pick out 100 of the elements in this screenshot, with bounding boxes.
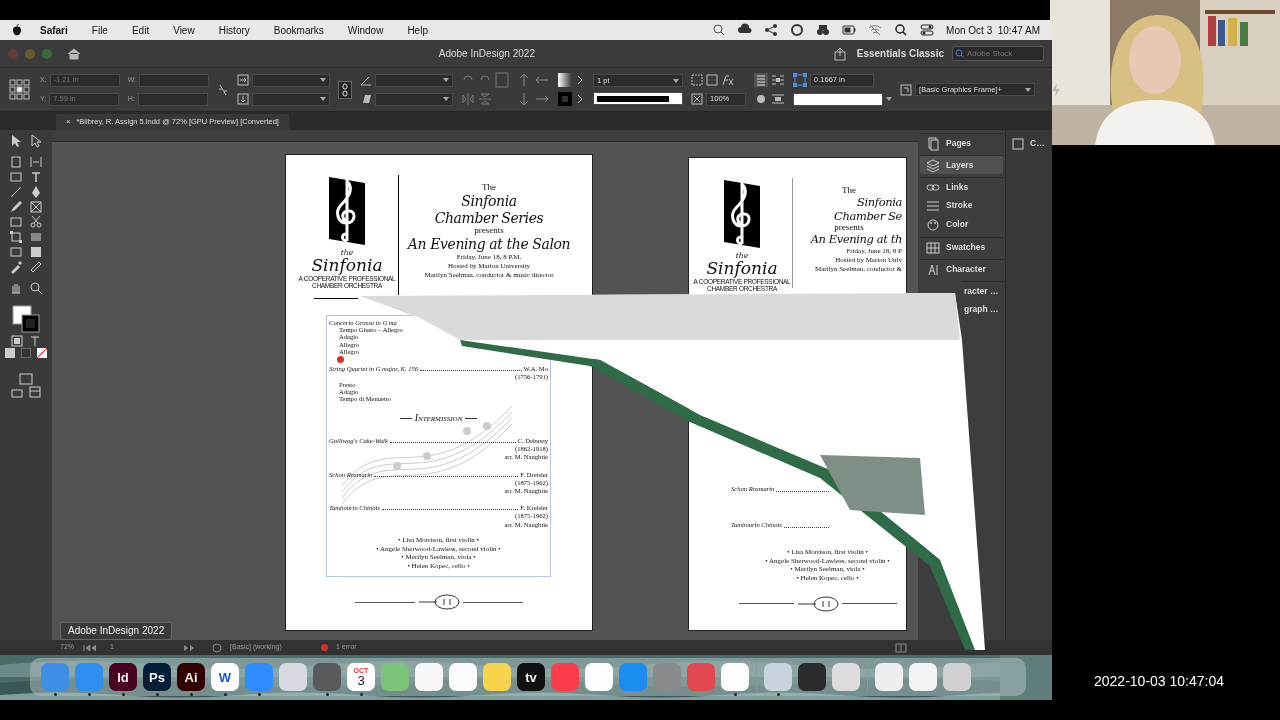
zoom-icon[interactable] (29, 281, 43, 295)
caret-icon[interactable] (886, 97, 893, 101)
measure-icon[interactable] (29, 260, 43, 274)
text-wrap-icon[interactable] (754, 73, 769, 87)
gradient-icon[interactable] (29, 230, 43, 244)
preview-icon[interactable] (29, 386, 41, 398)
panel-tab[interactable]: Links (920, 177, 1003, 196)
battery-icon[interactable] (842, 23, 857, 37)
line-icon[interactable] (9, 185, 23, 199)
none-icon[interactable] (37, 348, 47, 358)
swatch-icon[interactable] (21, 348, 31, 358)
panel-tab[interactable]: Color (920, 215, 1003, 234)
gap-icon[interactable] (29, 155, 43, 169)
preflight-icon[interactable] (212, 642, 222, 653)
direct-selection-icon[interactable] (29, 134, 43, 148)
share-icon[interactable] (832, 46, 847, 61)
text-wrap-icon[interactable] (771, 73, 786, 87)
panel-tab[interactable]: graph … (962, 300, 1005, 319)
scale-x-field[interactable] (252, 73, 331, 87)
app-icon[interactable] (764, 663, 792, 691)
rectangle-icon[interactable] (9, 215, 23, 229)
panel-tab[interactable]: racter … (962, 281, 1005, 300)
app-icon[interactable]: tv (517, 663, 545, 691)
shear-field[interactable] (375, 92, 454, 106)
app-icon[interactable] (279, 663, 307, 691)
panel-tab[interactable]: Swatches (920, 237, 1003, 256)
app-icon[interactable] (798, 663, 826, 691)
menu-item[interactable]: Help (407, 22, 428, 38)
binoculars-icon[interactable] (816, 23, 831, 37)
chain-icon[interactable] (338, 80, 353, 99)
style-icon[interactable] (900, 83, 913, 96)
app-icon[interactable] (313, 663, 341, 691)
scale-y-field[interactable] (252, 92, 331, 106)
menu-item[interactable]: Window (347, 22, 384, 38)
corner-icon[interactable] (793, 73, 808, 87)
pencil-icon[interactable] (9, 200, 23, 214)
app-icon[interactable] (943, 663, 971, 691)
hand-icon[interactable] (9, 281, 23, 295)
menu-item[interactable]: File (91, 22, 108, 38)
app-icon[interactable]: Id (109, 663, 137, 691)
app-icon[interactable] (875, 663, 903, 691)
wifi-icon[interactable] (868, 23, 883, 37)
content-icon[interactable] (9, 170, 23, 184)
app-icon[interactable] (832, 663, 860, 691)
frame-fit-icon[interactable] (691, 74, 704, 86)
panel-tab[interactable]: Layers (920, 155, 1003, 174)
menu-item[interactable]: Edit (131, 22, 150, 38)
corner-shape-field[interactable] (793, 92, 884, 106)
search-icon[interactable] (712, 23, 727, 37)
menu-item[interactable]: Bookmarks (273, 22, 324, 38)
app-icon[interactable]: Ps (143, 663, 171, 691)
default-color-icon[interactable] (5, 348, 15, 358)
app-icon[interactable]: Ai (177, 663, 205, 691)
frame-icon[interactable] (706, 74, 719, 86)
panel-tab[interactable]: Pages (920, 133, 1003, 152)
eyedropper-icon[interactable] (9, 260, 23, 274)
pen-icon[interactable] (29, 185, 43, 199)
workspace-switcher[interactable]: Essentials Classic (856, 46, 944, 61)
flip-icon[interactable] (461, 92, 476, 106)
stroke-type-field[interactable] (593, 92, 684, 105)
menu-item[interactable]: History (218, 22, 250, 38)
selection-icon[interactable] (9, 134, 23, 148)
app-icon[interactable] (449, 663, 477, 691)
apple-icon[interactable] (12, 24, 22, 36)
text-format-icon[interactable] (29, 335, 41, 347)
width-field[interactable] (139, 73, 210, 87)
app-icon[interactable]: W (211, 663, 239, 691)
select-next-icon[interactable] (534, 93, 551, 105)
app-icon[interactable] (483, 663, 511, 691)
unlink-icon[interactable] (217, 82, 230, 97)
menu-bar-clock[interactable]: Mon Oct 3 10:47 AM (946, 22, 1040, 38)
app-icon[interactable] (415, 663, 443, 691)
flip-icon[interactable] (478, 92, 493, 106)
control-center-icon[interactable] (920, 23, 935, 37)
panel-tab[interactable]: Character (920, 259, 1003, 278)
stock-search-field[interactable]: Adobe Stock (952, 46, 1044, 61)
container-icon[interactable] (11, 335, 23, 347)
transform-icon[interactable] (9, 230, 23, 244)
effects-icon[interactable] (721, 74, 736, 86)
text-wrap-icon[interactable] (771, 92, 786, 106)
height-field[interactable] (137, 92, 208, 106)
page-icon[interactable] (9, 155, 23, 169)
text-icon[interactable] (29, 170, 43, 184)
home-icon[interactable] (67, 47, 81, 60)
fill-stroke-swatch-icon[interactable] (11, 304, 41, 334)
app-icon[interactable] (909, 663, 937, 691)
reference-point-icon[interactable] (8, 77, 32, 102)
app-icon[interactable] (585, 663, 613, 691)
share-icon[interactable] (764, 23, 779, 37)
panel-tab[interactable]: C… (1012, 134, 1045, 153)
screen-mode-icon[interactable] (19, 373, 33, 385)
split-view-icon[interactable] (895, 642, 907, 653)
scissors-icon[interactable] (29, 215, 43, 229)
search-icon[interactable] (894, 23, 909, 37)
frame-icon[interactable] (29, 200, 43, 214)
app-icon[interactable] (721, 663, 749, 691)
app-menu[interactable]: Safari (40, 22, 68, 38)
stroke-swatch-icon[interactable] (558, 92, 573, 106)
panel-tab[interactable]: Stroke (920, 196, 1003, 215)
select-previous-icon[interactable] (534, 74, 551, 86)
